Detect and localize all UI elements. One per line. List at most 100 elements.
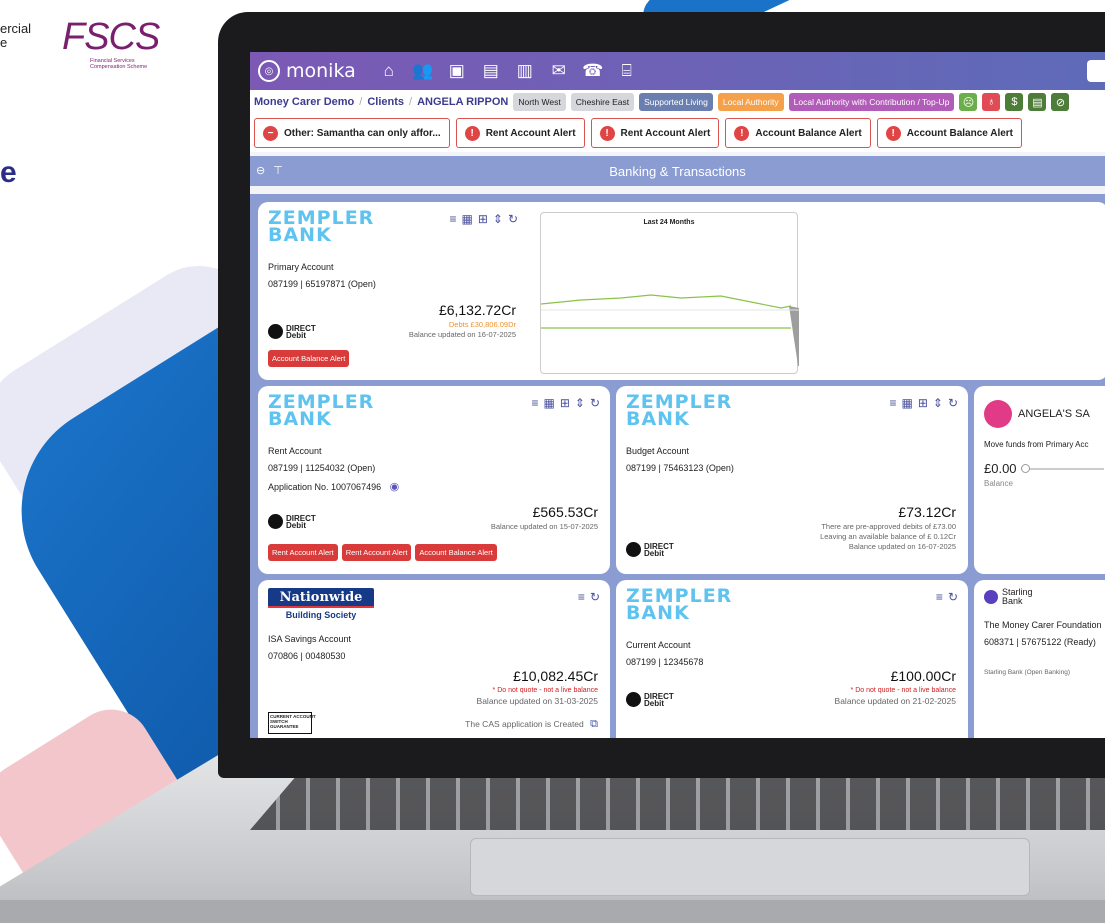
app-logo[interactable]: ◎ monika (258, 60, 356, 82)
account-name: Rent Account (268, 446, 322, 456)
debts-amount: Debts £30,806.09Dr (448, 320, 516, 329)
move-funds-text: Move funds from Primary Acc (984, 440, 1089, 449)
nationwide-subtitle: Building Society (285, 610, 357, 620)
refresh-icon[interactable]: ↻ (508, 212, 518, 226)
money-icon[interactable]: $ (1005, 93, 1024, 111)
account-number: 087199 | 11254032 (Open) (268, 463, 376, 473)
fscs-logo: FSCS Financial Services Compensation Sch… (62, 16, 182, 76)
chart-drop-area (789, 306, 799, 372)
sort-icon[interactable]: ⇕ (493, 212, 503, 226)
menu-icon[interactable]: ≡ (936, 590, 943, 604)
menu-icon[interactable]: ≡ (578, 590, 585, 604)
direct-debit-icon (268, 514, 283, 529)
users-icon[interactable]: 👥 (410, 58, 436, 84)
savings-pot-card: ANGELA'S SA Move funds from Primary Acc … (974, 386, 1105, 574)
document-icon[interactable]: ▤ (478, 58, 504, 84)
breadcrumb-item-client[interactable]: ANGELA RIPPON (417, 96, 508, 108)
eye-icon[interactable]: ◉ (390, 481, 400, 493)
starling-logo-text: Starling Bank (1002, 587, 1033, 606)
tag-funding-detail: Local Authority with Contribution / Top-… (788, 93, 955, 111)
sort-icon[interactable]: ⇕ (575, 396, 585, 410)
tag-living: Supported Living (639, 93, 713, 111)
direct-debit-text: DIRECT Debit (286, 323, 316, 340)
account-number: 087199 | 12345678 (626, 657, 704, 667)
section-controls: ⊖ ⊤ (256, 164, 283, 177)
alert-label: Rent Account Alert (620, 127, 711, 139)
account-number: 070806 | 00480530 (268, 651, 346, 661)
cropped-heading-text: ercial e (0, 21, 32, 50)
collapse-icon[interactable]: ⊖ (256, 164, 265, 177)
chart-series-balance (540, 294, 792, 309)
chart-icon[interactable]: ▦ (901, 396, 912, 410)
breadcrumb-item-org[interactable]: Money Carer Demo (254, 96, 354, 108)
exclamation-icon: ! (885, 125, 901, 141)
mail-icon[interactable]: ✉ (546, 58, 572, 84)
gift-icon[interactable]: ⌸ (614, 58, 640, 84)
menu-icon[interactable]: ≡ (531, 396, 538, 410)
phone-lock-icon[interactable]: ☎ (580, 58, 606, 84)
pin-icon[interactable]: ⊤ (273, 164, 283, 177)
block-icon[interactable]: ⊘ (1051, 93, 1070, 111)
id-card-icon[interactable]: ▣ (444, 58, 470, 84)
grid-icon[interactable]: ⊞ (560, 396, 570, 410)
refresh-icon[interactable]: ↻ (948, 590, 958, 604)
slider-handle[interactable] (1020, 463, 1030, 473)
face-icon[interactable]: ☹ (959, 93, 978, 111)
rent-account-alert-button[interactable]: Rent Account Alert (341, 544, 412, 561)
not-live-note: * Do not quote - not a live balance (850, 687, 956, 694)
current-account-card: ZEMPLER BANK ≡ ↻ Current Account 087199 … (616, 580, 968, 738)
savings-label: Balance (984, 479, 1013, 488)
account-name: Current Account (626, 640, 691, 650)
alert-chip-rent[interactable]: ! Rent Account Alert (590, 118, 720, 148)
refresh-icon[interactable]: ↻ (590, 396, 600, 410)
clipboard-icon[interactable]: ▥ (512, 58, 538, 84)
chart-icon[interactable]: ▦ (461, 212, 472, 226)
home-icon[interactable]: ⌂ (376, 58, 402, 84)
grid-icon[interactable]: ⊞ (918, 396, 928, 410)
alert-chip-balance[interactable]: ! Account Balance Alert (725, 118, 871, 148)
sort-icon[interactable]: ⇕ (933, 396, 943, 410)
starling-account-card: Starling Bank The Money Carer Foundation… (974, 580, 1105, 738)
card-toolbar: ≡ ↻ (578, 590, 600, 604)
alert-label: Other: Samantha can only affor... (284, 127, 441, 139)
account-number: 608371 | 57675122 (Ready) (984, 637, 1096, 647)
menu-icon[interactable]: ≡ (449, 212, 456, 226)
search-box[interactable] (1087, 60, 1105, 82)
refresh-icon[interactable]: ↻ (948, 396, 958, 410)
alert-chip-other[interactable]: − Other: Samantha can only affor... (254, 118, 450, 148)
balance-updated: Balance updated on 16-07-2025 (408, 330, 516, 339)
alert-chip-balance[interactable]: ! Account Balance Alert (876, 118, 1023, 148)
balance-chart: Last 24 Months (540, 212, 799, 374)
laptop-trackpad (470, 838, 1030, 896)
application-number: Application No. 1007067496 (268, 482, 382, 492)
direct-debit-icon (626, 542, 641, 557)
savings-slider[interactable] (1020, 463, 1104, 473)
external-link-icon[interactable]: ⧉ (590, 718, 598, 730)
savings-amount-row: £0.00 (984, 461, 1104, 476)
cas-status: The CAS application is Created ⧉ (465, 718, 598, 730)
account-balance: £100.00Cr (890, 668, 956, 684)
savings-amount: £0.00 (984, 461, 1017, 476)
account-balance-alert-button[interactable]: Account Balance Alert (268, 350, 350, 367)
breadcrumb: Money Carer Demo / Clients / ANGELA RIPP… (250, 90, 1105, 114)
card-toolbar: ≡ ▦ ⊞ ⇕ ↻ (889, 396, 958, 410)
application-row: Application No. 1007067496 ◉ (268, 480, 600, 493)
refresh-icon[interactable]: ↻ (590, 590, 600, 604)
account-balance-alert-button[interactable]: Account Balance Alert (415, 544, 497, 561)
savings-title: ANGELA'S SA (1018, 408, 1090, 420)
tag-region: North West (513, 93, 566, 111)
breadcrumb-item-clients[interactable]: Clients (367, 96, 404, 108)
card-icon[interactable]: ▤ (1028, 93, 1047, 111)
available-balance-note: Leaving an available balance of £ 0.12Cr (820, 532, 956, 541)
menu-icon[interactable]: ≡ (889, 396, 896, 410)
monika-logo-icon: ◎ (258, 60, 280, 82)
rent-account-alert-button[interactable]: Rent Account Alert (268, 544, 338, 561)
alert-chip-rent[interactable]: ! Rent Account Alert (455, 118, 585, 148)
direct-debit-text: DIRECT Debit (286, 513, 316, 530)
app-screen: ◎ monika ⌂ 👥 ▣ ▤ ▥ ✉ ☎ ⌸ Money Carer Dem… (250, 52, 1105, 738)
alert-label: Account Balance Alert (906, 127, 1014, 139)
bulb-icon[interactable]: ♁ (982, 93, 1001, 111)
grid-icon[interactable]: ⊞ (478, 212, 488, 226)
chart-icon[interactable]: ▦ (543, 396, 554, 410)
section-header: ⊖ ⊤ Banking & Transactions (250, 156, 1105, 186)
